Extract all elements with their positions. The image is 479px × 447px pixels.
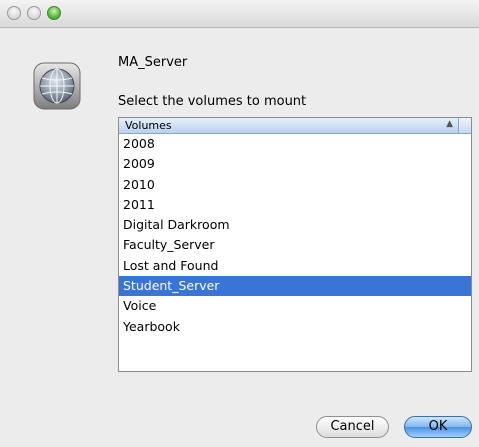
network-server-globe-icon [33, 62, 81, 110]
volume-row-voice[interactable]: Voice [119, 296, 471, 316]
minimize-window-button[interactable] [27, 6, 41, 20]
zoom-window-button[interactable] [47, 6, 61, 20]
volume-row-2010[interactable]: 2010 [119, 175, 471, 195]
volume-row-yearbook[interactable]: Yearbook [119, 317, 471, 337]
server-name: MA_Server [118, 55, 188, 70]
header-corner [458, 118, 471, 133]
volume-row-2008[interactable]: 2008 [119, 134, 471, 154]
volume-row-digital-darkroom[interactable]: Digital Darkroom [119, 215, 471, 235]
volume-row-2009[interactable]: 2009 [119, 154, 471, 174]
title-bar [0, 0, 479, 28]
volume-row-faculty-server[interactable]: Faculty_Server [119, 235, 471, 255]
volumes-header-label: Volumes [125, 119, 172, 132]
volumes-list[interactable]: Volumes ▲ 2008 2009 2010 2011 Digital Da… [118, 117, 472, 372]
volumes-column-header[interactable]: Volumes ▲ [119, 118, 471, 134]
sort-ascending-icon: ▲ [446, 119, 453, 129]
volume-row-lost-and-found[interactable]: Lost and Found [119, 256, 471, 276]
close-window-button[interactable] [7, 6, 21, 20]
volume-row-2011[interactable]: 2011 [119, 195, 471, 215]
ok-button[interactable]: OK [404, 416, 472, 438]
volume-row-student-server[interactable]: Student_Server [119, 276, 471, 297]
mount-volumes-dialog: MA_Server Select the volumes to mount Vo… [0, 0, 479, 447]
cancel-button[interactable]: Cancel [316, 416, 389, 438]
volume-select-prompt: Select the volumes to mount [118, 94, 307, 109]
